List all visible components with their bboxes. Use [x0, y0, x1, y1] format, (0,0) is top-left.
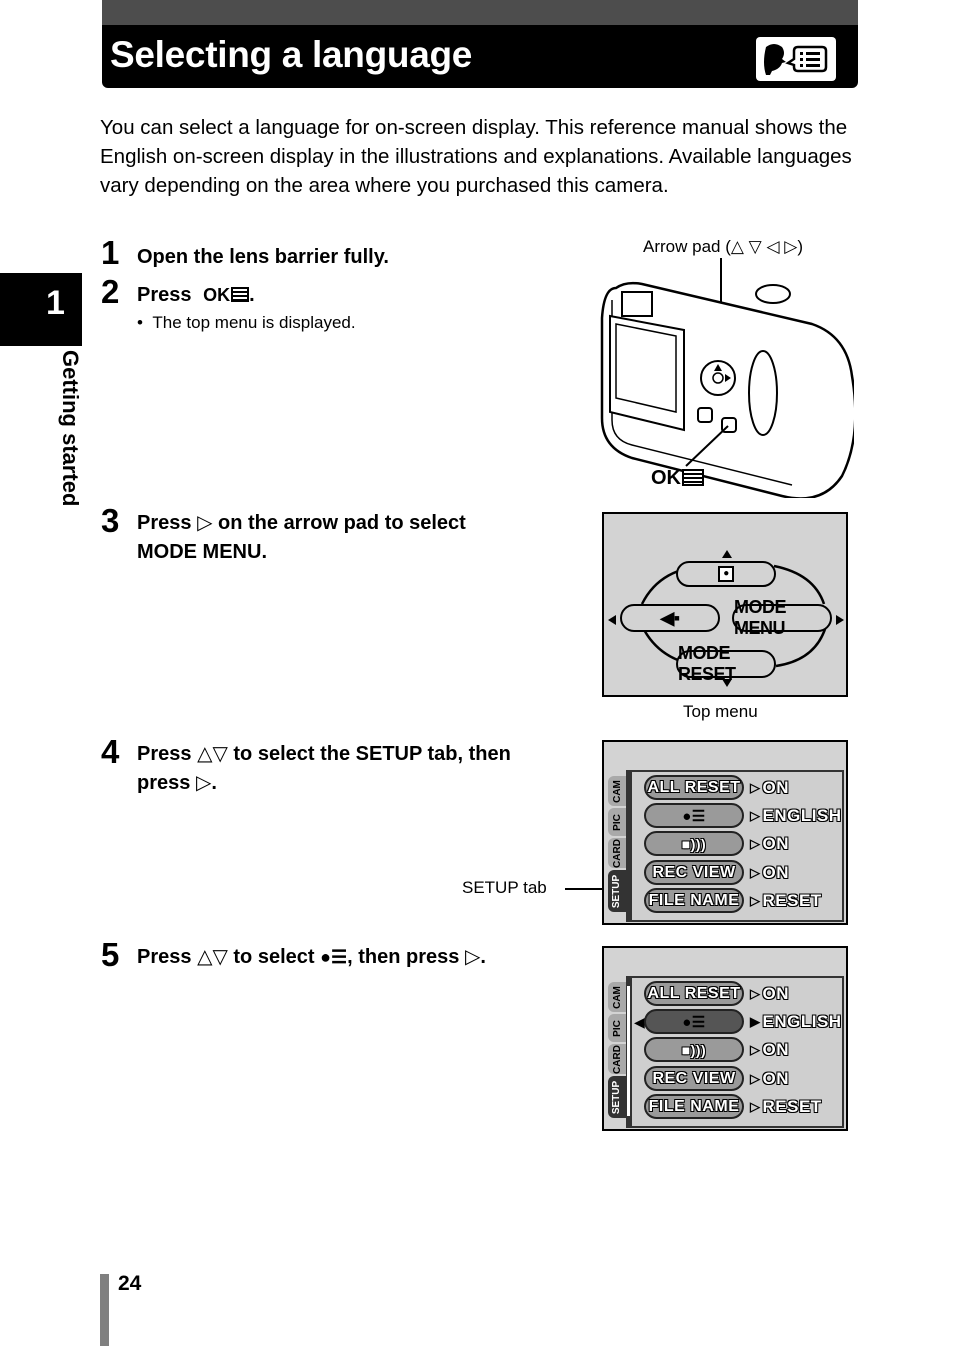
ok-button-label: OK — [203, 285, 231, 305]
setting-value: ▷ ON — [750, 1068, 789, 1088]
top-menu-movie-item[interactable]: ● — [676, 561, 776, 587]
scrollbar[interactable] — [627, 986, 630, 1116]
step-number: 2 — [101, 273, 120, 310]
setting-value: ▷ ON — [750, 983, 789, 1003]
tab-cam[interactable]: CAM — [608, 982, 626, 1012]
step-text: Press △▽ to select ●☰, then press ▷. — [137, 946, 486, 968]
ok-button-callout: OK — [651, 467, 704, 490]
setting-language[interactable]: ●☰ — [644, 803, 744, 828]
step-bullet: • The top menu is displayed. — [137, 313, 356, 332]
step-text: Press △▽ to select the SETUP tab, then p… — [137, 743, 511, 794]
top-menu-quality-item[interactable]: ◀▪ — [620, 604, 720, 632]
left-arrow-icon — [608, 615, 616, 625]
top-menu-mode-menu[interactable]: MODE MENU — [732, 597, 832, 638]
footer-bar — [100, 1274, 109, 1346]
step-text: Press OK. — [137, 284, 255, 306]
up-down-arrow-symbol: △▽ — [197, 946, 228, 968]
up-down-arrow-symbol: △▽ — [197, 743, 228, 765]
tab-setup[interactable]: SETUP — [608, 1076, 626, 1118]
camera-illustration — [600, 258, 854, 498]
menu-icon — [231, 287, 250, 302]
setting-all-reset[interactable]: ALL RESET — [644, 981, 744, 1006]
tab-pic[interactable]: PIC — [608, 808, 626, 836]
quality-icon: ◀▪ — [660, 607, 680, 628]
top-menu-screen: ● ◀▪ MODE MENU MODE RESET — [602, 512, 848, 697]
tab-setup[interactable]: SETUP — [608, 870, 626, 912]
page-number: 24 — [118, 1272, 142, 1295]
language-icon: ●☰ — [682, 807, 706, 825]
beep-icon: ■))) — [681, 835, 707, 852]
step-text: Press ▷ on the arrow pad to select MODE … — [137, 512, 466, 563]
setting-value: ▷ RESET — [750, 890, 822, 910]
language-icon: ●☰ — [682, 1013, 706, 1031]
setup-menu-screen: CAM PIC CARD SETUP ALL RESET ▷ ON ●☰ ▷ ENG… — [602, 740, 848, 925]
setting-file-name[interactable]: FILE NAME — [644, 888, 744, 913]
tab-card[interactable]: CARD — [608, 838, 626, 868]
setting-value: ▷ RESET — [750, 1096, 822, 1116]
right-arrow-symbol: ▷ — [197, 512, 213, 534]
top-menu-mode-reset[interactable]: MODE RESET — [676, 643, 776, 684]
movie-icon: ● — [718, 566, 734, 582]
header-top-bar — [102, 0, 858, 25]
setting-beep[interactable]: ■))) — [644, 831, 744, 856]
setting-value: ▶ ENGLISH — [750, 1011, 842, 1031]
right-arrow-symbol: ▷ — [195, 772, 212, 794]
chapter-tab — [0, 273, 82, 346]
step-number: 4 — [101, 733, 120, 770]
step-text: Open the lens barrier fully. — [137, 246, 389, 268]
step-number: 5 — [101, 936, 120, 973]
beep-icon: ■))) — [681, 1041, 707, 1058]
chapter-title: Getting started — [58, 350, 83, 507]
menu-icon — [682, 469, 704, 486]
step-number: 1 — [101, 234, 120, 271]
step-number: 3 — [101, 502, 120, 539]
arrow-pad-callout: Arrow pad (△ ▽ ◁ ▷) — [643, 237, 804, 256]
intro-paragraph: You can select a language for on-screen … — [100, 116, 852, 197]
language-icon — [756, 37, 836, 81]
setting-rec-view[interactable]: REC VIEW — [644, 860, 744, 885]
setting-rec-view[interactable]: REC VIEW — [644, 1066, 744, 1091]
setup-menu-screen-selected: CAM PIC CARD SETUP ALL RESET ▷ ON ◀ ●☰ ▶ E… — [602, 946, 848, 1131]
language-icon: ●☰ — [320, 947, 348, 967]
right-arrow-icon — [836, 615, 844, 625]
page-title: Selecting a language — [110, 34, 473, 75]
setting-value: ▷ ON — [750, 862, 789, 882]
setting-language-selected[interactable]: ●☰ — [644, 1009, 744, 1034]
chapter-number: 1 — [46, 284, 65, 322]
setting-value: ▷ ON — [750, 777, 789, 797]
tab-card[interactable]: CARD — [608, 1044, 626, 1074]
setting-value: ▷ ENGLISH — [750, 805, 842, 825]
setting-all-reset[interactable]: ALL RESET — [644, 775, 744, 800]
setting-file-name[interactable]: FILE NAME — [644, 1094, 744, 1119]
setting-beep[interactable]: ■))) — [644, 1037, 744, 1062]
up-arrow-icon — [722, 550, 732, 558]
setting-value: ▷ ON — [750, 1039, 789, 1059]
setup-tab-callout: SETUP tab — [462, 878, 547, 897]
tab-cam[interactable]: CAM — [608, 776, 626, 806]
right-arrow-symbol: ▷ — [464, 946, 481, 968]
top-menu-caption: Top menu — [683, 702, 758, 721]
setting-value: ▷ ON — [750, 833, 789, 853]
tab-pic[interactable]: PIC — [608, 1014, 626, 1042]
